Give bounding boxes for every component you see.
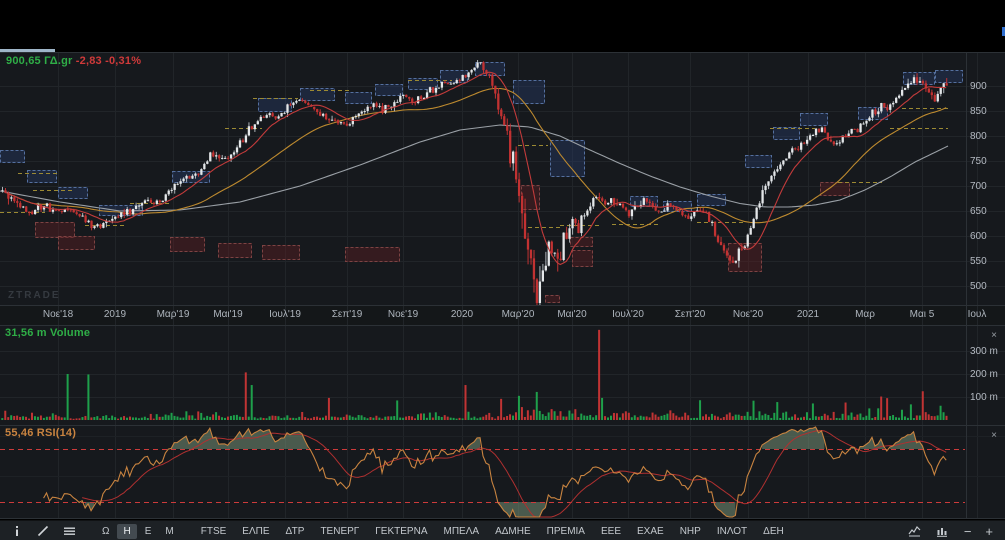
symbol-shortcut-group: FTSE ΕΛΠΕ ΔΤΡ ΤΕΝΕΡΓ ΓΕΚΤΕΡΝΑ ΜΠΕΛΑ ΑΔΜΗΕ ΠΡΕΜΙ…	[194, 524, 791, 539]
price-axis-label: 500	[970, 281, 987, 292]
time-axis-label: Μαι 5	[909, 309, 935, 320]
time-axis-label: Σεπ'20	[674, 309, 706, 320]
time-axis-label: Μαι'20	[557, 309, 587, 320]
time-axis-label: Μαρ'20	[501, 309, 535, 320]
zoom-in-button[interactable]: +	[981, 524, 997, 539]
time-axis[interactable]: Νοε'18 2019 Μαρ'19 Μαι'19 Ιουλ'19 Σεπ'19 Νοε'1…	[0, 305, 1005, 325]
toolbar-left-group: ΩΗΕΜ FTSE ΕΛΠΕ ΔΤΡ ΤΕΝΕΡΓ ΓΕΚΤΕΡΝΑ ΜΠΕΛΑ ΑΔΜΗΕ…	[0, 523, 791, 539]
toolbar-symbol-button-ΙΝΛΟΤ[interactable]: ΙΝΛΟΤ	[710, 524, 754, 539]
volume-axis-label: 300 m	[970, 346, 998, 357]
volume-close-button[interactable]: ×	[988, 330, 1000, 342]
rsi-legend: 55,46 RSI(14)	[5, 427, 76, 439]
volume-legend: 31,56 m Volume	[5, 327, 90, 339]
list-icon	[63, 527, 75, 535]
rsi-legend-name: RSI(14)	[36, 427, 77, 439]
time-axis-label: 2021	[796, 309, 820, 320]
zoom-out-button[interactable]: −	[960, 524, 976, 539]
toolbar-symbol-button-ΑΔΜΗΕ[interactable]: ΑΔΜΗΕ	[488, 524, 538, 539]
price-axis-label: 850	[970, 106, 987, 117]
toolbar-symbol-button-ΔΤΡ[interactable]: ΔΤΡ	[279, 524, 312, 539]
legend-change: -2,83	[75, 55, 102, 67]
time-axis-label: Μαι'19	[213, 309, 243, 320]
info-icon	[16, 526, 18, 536]
chart-type-button[interactable]	[904, 523, 926, 539]
price-axis-label: 600	[970, 231, 987, 242]
legend-symbol-name: ΓΔ.gr	[44, 55, 73, 67]
ztrade-watermark: ZTRADE	[8, 290, 61, 301]
toolbar-symbol-button-ΔΕΗ[interactable]: ΔΕΗ	[756, 524, 791, 539]
toolbar-symbol-button-ΝΗΡ[interactable]: ΝΗΡ	[673, 524, 708, 539]
period-button-Ω[interactable]: Ω	[96, 524, 115, 539]
line-chart-icon	[908, 526, 921, 537]
toolbar-symbol-button-ΜΠΕΛΑ[interactable]: ΜΠΕΛΑ	[436, 524, 486, 539]
time-axis-label: Μαρ'19	[156, 309, 190, 320]
info-button[interactable]	[6, 523, 28, 539]
toolbar-symbol-button-FTSE[interactable]: FTSE	[194, 524, 234, 539]
scroll-thumb[interactable]	[0, 49, 55, 52]
toolbar-right-group: − +	[904, 523, 1005, 539]
period-button-Η[interactable]: Η	[117, 523, 137, 539]
price-axis-label: 550	[970, 256, 987, 267]
trendline-icon	[37, 525, 49, 537]
volume-legend-value: 31,56 m	[5, 327, 47, 339]
volume-legend-name: Volume	[50, 327, 91, 339]
main-chart-legend: 900,65 ΓΔ.gr -2,83 -0,31%	[6, 55, 141, 67]
bottom-toolbar: ΩΗΕΜ FTSE ΕΛΠΕ ΔΤΡ ΤΕΝΕΡΓ ΓΕΚΤΕΡΝΑ ΜΠΕΛΑ ΑΔΜΗΕ…	[0, 520, 1005, 540]
price-axis-label: 650	[970, 206, 987, 217]
indicator-list-button[interactable]	[58, 523, 80, 539]
toolbar-symbol-button-ΕΧΑΕ[interactable]: ΕΧΑΕ	[630, 524, 671, 539]
time-axis-label: Ιουλ	[967, 309, 987, 320]
time-axis-label: Σεπ'19	[331, 309, 363, 320]
price-axis[interactable]: 900 850 800 750 700 650 600 550 500	[966, 53, 1005, 305]
top-black-bar	[0, 0, 1005, 52]
volume-axis-label: 100 m	[970, 392, 998, 403]
toolbar-symbol-button-ΓΕΚΤΕΡΝΑ[interactable]: ΓΕΚΤΕΡΝΑ	[368, 524, 434, 539]
price-axis-label: 800	[970, 131, 987, 142]
toolbar-symbol-button-ΕΛΠΕ[interactable]: ΕΛΠΕ	[235, 524, 276, 539]
time-axis-label: Μαρ	[855, 309, 875, 320]
period-button-Μ[interactable]: Μ	[159, 524, 179, 539]
time-axis-label: Ιουλ'20	[612, 309, 644, 320]
time-axis-label: Νοε'20	[732, 309, 764, 320]
trading-app-window: 900,65 ΓΔ.gr -2,83 -0,31% ZTRADE 900 850 8…	[0, 0, 1005, 540]
price-axis-label: 700	[970, 181, 987, 192]
toolbar-symbol-button-ΕΕΕ[interactable]: ΕΕΕ	[594, 524, 628, 539]
volume-histogram-button[interactable]	[932, 523, 954, 539]
draw-line-button[interactable]	[32, 523, 54, 539]
legend-change-pct: -0,31%	[105, 55, 142, 67]
rsi-legend-value: 55,46	[5, 427, 34, 439]
time-axis-label: Νοε'18	[42, 309, 74, 320]
time-axis-label: Ιουλ'19	[269, 309, 301, 320]
volume-axis-label: 200 m	[970, 369, 998, 380]
price-axis-label: 750	[970, 156, 987, 167]
histogram-icon	[936, 528, 947, 537]
chart-canvas[interactable]	[0, 0, 1005, 519]
period-button-group: ΩΗΕΜ	[96, 523, 180, 539]
price-axis-label: 900	[970, 81, 987, 92]
time-axis-label: 2019	[103, 309, 127, 320]
time-axis-label: Νοε'19	[387, 309, 419, 320]
legend-last-price: 900,65	[6, 55, 41, 67]
toolbar-symbol-button-ΤΕΝΕΡΓ[interactable]: ΤΕΝΕΡΓ	[313, 524, 366, 539]
period-button-Ε[interactable]: Ε	[139, 524, 158, 539]
rsi-close-button[interactable]: ×	[988, 430, 1000, 442]
time-axis-label: 2020	[450, 309, 474, 320]
toolbar-symbol-button-ΠΡΕΜΙΑ[interactable]: ΠΡΕΜΙΑ	[540, 524, 592, 539]
